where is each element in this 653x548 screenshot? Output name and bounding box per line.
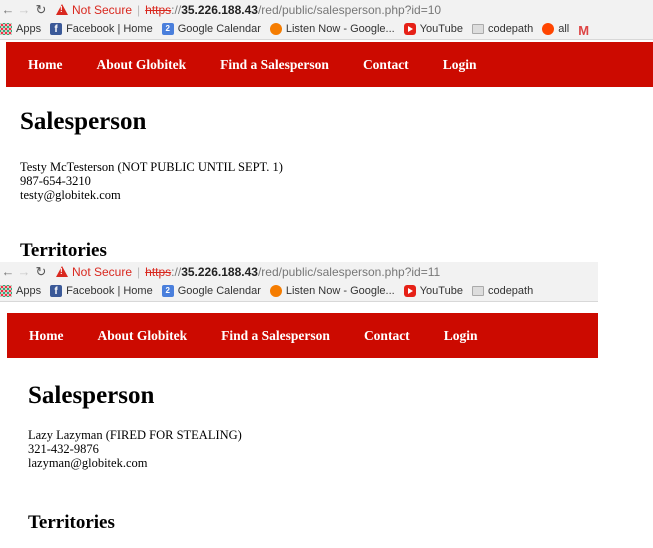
bookmark-google-calendar[interactable]: 2 Google Calendar [161, 285, 261, 297]
bookmark-apps[interactable]: Apps [0, 23, 41, 35]
not-secure-label[interactable]: Not Secure [72, 265, 132, 279]
salesperson-phone: 321-432-9876 [28, 442, 99, 456]
salesperson-details: Lazy Lazyman (FIRED FOR STEALING) 321-43… [28, 428, 242, 470]
reload-icon[interactable]: ↻ [32, 2, 50, 18]
apps-grid-icon [0, 285, 12, 297]
bookmark-facebook[interactable]: f Facebook | Home [50, 23, 153, 35]
apps-grid-icon [0, 23, 12, 35]
bookmark-label: Google Calendar [177, 285, 261, 297]
folder-icon [471, 24, 484, 34]
bookmarks-bar: Apps f Facebook | Home 2 Google Calendar L… [0, 281, 598, 302]
forward-arrow-icon[interactable]: → [16, 0, 32, 19]
bookmark-listen-now[interactable]: Listen Now - Google... [269, 285, 395, 297]
url-scheme-separator: :// [171, 264, 182, 279]
salesperson-name: Testy McTesterson (NOT PUBLIC UNTIL SEPT… [20, 160, 283, 174]
bookmark-label: codepath [487, 285, 534, 297]
url-host: 35.226.188.43 [181, 2, 258, 17]
salesperson-email: lazyman@globitek.com [28, 456, 148, 470]
bookmark-gmail[interactable]: M [578, 23, 593, 38]
bookmark-label: Listen Now - Google... [285, 23, 395, 35]
reddit-icon [542, 23, 555, 35]
nav-find-salesperson[interactable]: Find a Salesperson [220, 57, 329, 73]
site-navigation: Home About Globitek Find a Salesperson C… [7, 313, 598, 358]
reload-icon[interactable]: ↻ [32, 264, 50, 280]
google-play-music-icon [269, 23, 282, 35]
page-title: Salesperson [28, 382, 155, 409]
youtube-icon [403, 23, 416, 35]
bookmark-apps[interactable]: Apps [0, 285, 41, 297]
youtube-icon [403, 285, 416, 297]
nav-home[interactable]: Home [28, 57, 63, 73]
url-path: /red/public/salesperson.php?id=11 [257, 264, 441, 279]
url-input[interactable]: https://35.226.188.43/red/public/salespe… [145, 265, 440, 279]
salesperson-email: testy@globitek.com [20, 188, 121, 202]
address-bar: ← → ↻ Not Secure | https://35.226.188.43… [0, 262, 598, 281]
bookmark-label: Facebook | Home [66, 285, 153, 297]
forward-arrow-icon[interactable]: → [16, 262, 32, 281]
nav-contact[interactable]: Contact [364, 328, 410, 344]
bookmark-google-calendar[interactable]: 2 Google Calendar [161, 23, 261, 35]
site-navigation: Home About Globitek Find a Salesperson C… [6, 42, 653, 87]
gmail-icon: M [578, 23, 590, 38]
back-arrow-icon[interactable]: ← [0, 0, 16, 19]
calendar-icon: 2 [161, 23, 174, 35]
territories-heading: Territories [28, 512, 115, 533]
bookmark-label: codepath [487, 23, 534, 35]
bookmark-label: Google Calendar [177, 23, 261, 35]
nav-about-globitek[interactable]: About Globitek [98, 328, 188, 344]
back-arrow-icon[interactable]: ← [0, 262, 16, 281]
nav-contact[interactable]: Contact [363, 57, 409, 73]
not-secure-label[interactable]: Not Secure [72, 3, 132, 17]
warning-icon [56, 4, 68, 15]
screenshot-salesperson-10: ← → ↻ Not Secure | https://35.226.188.43… [0, 0, 653, 262]
bookmark-label: Listen Now - Google... [285, 285, 395, 297]
bookmark-codepath[interactable]: codepath [471, 23, 534, 35]
bookmark-label: all [558, 23, 570, 35]
bookmark-label: YouTube [419, 23, 463, 35]
bookmark-listen-now[interactable]: Listen Now - Google... [269, 23, 395, 35]
address-bar: ← → ↻ Not Secure | https://35.226.188.43… [0, 0, 653, 19]
bookmark-label: Facebook | Home [66, 23, 153, 35]
url-scheme: https [145, 264, 172, 279]
salesperson-name: Lazy Lazyman (FIRED FOR STEALING) [28, 428, 242, 442]
nav-find-salesperson[interactable]: Find a Salesperson [221, 328, 330, 344]
nav-login[interactable]: Login [443, 57, 477, 73]
salesperson-phone: 987-654-3210 [20, 174, 91, 188]
url-scheme: https [145, 2, 172, 17]
territories-heading: Territories [20, 240, 107, 261]
bookmark-all[interactable]: all [542, 23, 569, 35]
salesperson-details: Testy McTesterson (NOT PUBLIC UNTIL SEPT… [20, 160, 283, 202]
bookmark-youtube[interactable]: YouTube [403, 23, 463, 35]
nav-home[interactable]: Home [29, 328, 64, 344]
bookmark-facebook[interactable]: f Facebook | Home [50, 285, 153, 297]
nav-login[interactable]: Login [444, 328, 478, 344]
google-play-music-icon [269, 285, 282, 297]
facebook-icon: f [50, 285, 63, 297]
calendar-icon: 2 [161, 285, 174, 297]
bookmark-codepath[interactable]: codepath [471, 285, 534, 297]
bookmark-label: Apps [16, 23, 42, 35]
url-input[interactable]: https://35.226.188.43/red/public/salespe… [145, 3, 441, 17]
facebook-icon: f [50, 23, 63, 35]
screenshot-salesperson-11: ← → ↻ Not Secure | https://35.226.188.43… [0, 262, 598, 548]
url-host: 35.226.188.43 [181, 264, 258, 279]
bookmark-youtube[interactable]: YouTube [403, 285, 463, 297]
url-path: /red/public/salesperson.php?id=10 [257, 2, 442, 17]
nav-about-globitek[interactable]: About Globitek [97, 57, 187, 73]
warning-icon [56, 266, 68, 277]
url-separator: | [137, 264, 141, 279]
folder-icon [471, 286, 484, 296]
url-scheme-separator: :// [171, 2, 182, 17]
page-title: Salesperson [20, 108, 147, 135]
bookmark-label: YouTube [419, 285, 463, 297]
bookmarks-bar: Apps f Facebook | Home 2 Google Calendar L… [0, 19, 653, 40]
url-separator: | [137, 2, 141, 17]
bookmark-label: Apps [16, 285, 42, 297]
